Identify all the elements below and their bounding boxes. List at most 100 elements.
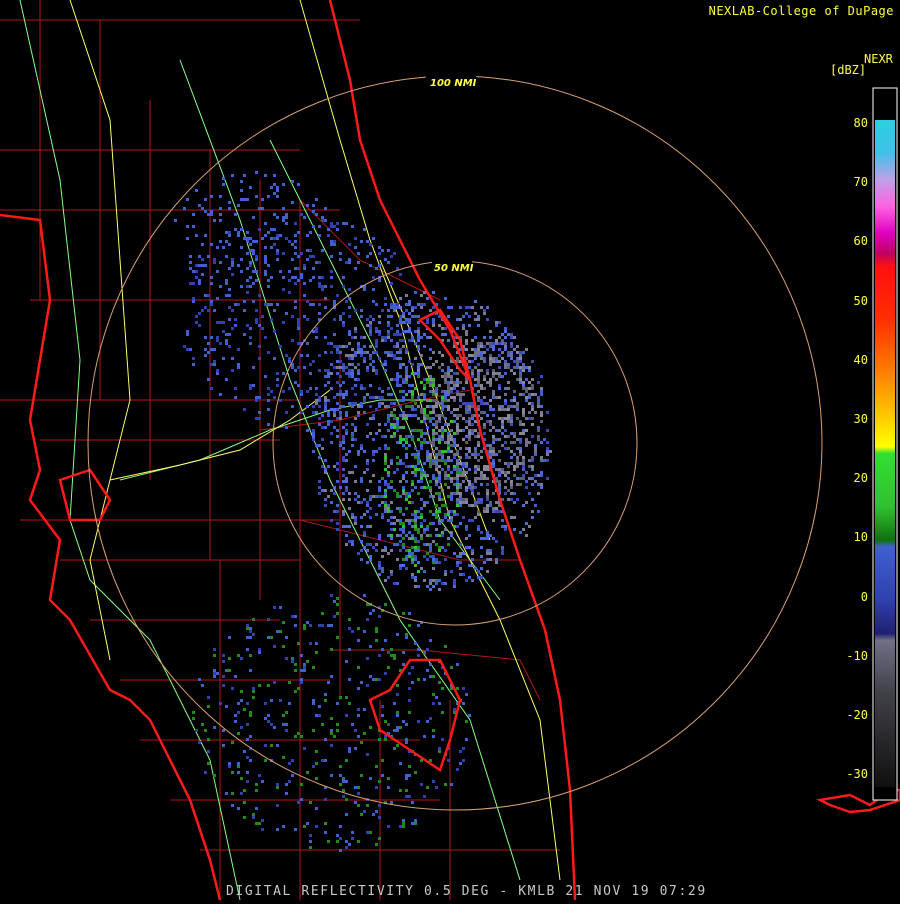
echo-pixel xyxy=(447,387,450,390)
echo-pixel xyxy=(441,429,444,432)
echo-pixel xyxy=(246,756,249,759)
echo-pixel xyxy=(486,477,489,480)
echo-pixel xyxy=(246,738,249,741)
echo-pixel xyxy=(264,717,267,720)
echo-pixel xyxy=(333,510,336,513)
echo-pixel xyxy=(378,561,381,564)
echo-pixel xyxy=(237,363,240,366)
echo-pixel xyxy=(438,498,441,501)
echo-pixel xyxy=(393,582,396,585)
echo-pixel xyxy=(540,471,543,474)
echo-pixel xyxy=(378,567,381,570)
echo-pixel xyxy=(336,294,339,297)
echo-pixel xyxy=(264,270,267,273)
echo-pixel xyxy=(426,534,429,537)
echo-pixel xyxy=(375,303,378,306)
echo-pixel xyxy=(519,420,522,423)
echo-pixel xyxy=(240,270,243,273)
echo-pixel xyxy=(528,459,531,462)
echo-pixel xyxy=(441,687,444,690)
echo-pixel xyxy=(438,477,441,480)
echo-pixel xyxy=(387,651,390,654)
echo-pixel xyxy=(516,402,519,405)
echo-pixel xyxy=(186,198,189,201)
echo-pixel xyxy=(342,426,345,429)
echo-pixel xyxy=(441,432,444,435)
echo-pixel xyxy=(249,669,252,672)
echo-pixel xyxy=(501,351,504,354)
echo-pixel xyxy=(453,432,456,435)
echo-pixel xyxy=(267,408,270,411)
echo-pixel xyxy=(393,408,396,411)
echo-pixel xyxy=(423,378,426,381)
echo-pixel xyxy=(213,648,216,651)
echo-pixel xyxy=(405,405,408,408)
echo-pixel xyxy=(432,390,435,393)
echo-pixel xyxy=(456,525,459,528)
echo-pixel xyxy=(444,516,447,519)
echo-pixel xyxy=(459,474,462,477)
echo-pixel xyxy=(225,339,228,342)
echo-pixel xyxy=(384,546,387,549)
echo-pixel xyxy=(387,420,390,423)
echo-pixel xyxy=(438,402,441,405)
echo-pixel xyxy=(291,660,294,663)
echo-pixel xyxy=(408,327,411,330)
echo-pixel xyxy=(303,264,306,267)
echo-pixel xyxy=(516,408,519,411)
echo-pixel xyxy=(471,417,474,420)
echo-pixel xyxy=(330,489,333,492)
echo-pixel xyxy=(267,285,270,288)
echo-pixel xyxy=(510,480,513,483)
echo-pixel xyxy=(459,456,462,459)
echo-pixel xyxy=(354,384,357,387)
echo-pixel xyxy=(546,447,549,450)
echo-pixel xyxy=(510,342,513,345)
echo-pixel xyxy=(360,387,363,390)
echo-pixel xyxy=(345,432,348,435)
echo-pixel xyxy=(462,402,465,405)
echo-pixel xyxy=(522,477,525,480)
echo-pixel xyxy=(408,303,411,306)
echo-pixel xyxy=(414,576,417,579)
echo-pixel xyxy=(522,363,525,366)
echo-pixel xyxy=(246,231,249,234)
echo-pixel xyxy=(240,189,243,192)
echo-pixel xyxy=(525,387,528,390)
echo-pixel xyxy=(456,453,459,456)
credit-text: NEXLAB-College of DuPage xyxy=(708,4,894,18)
echo-pixel xyxy=(498,459,501,462)
echo-pixel xyxy=(303,666,306,669)
echo-pixel xyxy=(297,255,300,258)
echo-pixel xyxy=(399,390,402,393)
echo-pixel xyxy=(273,357,276,360)
echo-pixel xyxy=(381,336,384,339)
echo-pixel xyxy=(483,477,486,480)
legend-tick: 70 xyxy=(853,175,868,190)
echo-pixel xyxy=(315,198,318,201)
echo-pixel xyxy=(537,435,540,438)
echo-pixel xyxy=(405,381,408,384)
echo-pixel xyxy=(324,738,327,741)
echo-pixel xyxy=(522,366,525,369)
echo-pixel xyxy=(408,774,411,777)
echo-pixel xyxy=(531,360,534,363)
echo-pixel xyxy=(300,654,303,657)
echo-pixel xyxy=(276,828,279,831)
echo-pixel xyxy=(441,426,444,429)
echo-pixel xyxy=(528,402,531,405)
echo-pixel xyxy=(426,669,429,672)
echo-pixel xyxy=(192,717,195,720)
echo-pixel xyxy=(465,471,468,474)
echo-pixel xyxy=(537,396,540,399)
echo-pixel xyxy=(204,210,207,213)
echo-pixel xyxy=(258,648,261,651)
echo-pixel xyxy=(417,396,420,399)
echo-pixel xyxy=(438,450,441,453)
echo-pixel xyxy=(399,789,402,792)
echo-pixel xyxy=(390,510,393,513)
echo-pixel xyxy=(246,780,249,783)
echo-pixel xyxy=(456,468,459,471)
echo-pixel xyxy=(480,474,483,477)
echo-pixel xyxy=(468,405,471,408)
